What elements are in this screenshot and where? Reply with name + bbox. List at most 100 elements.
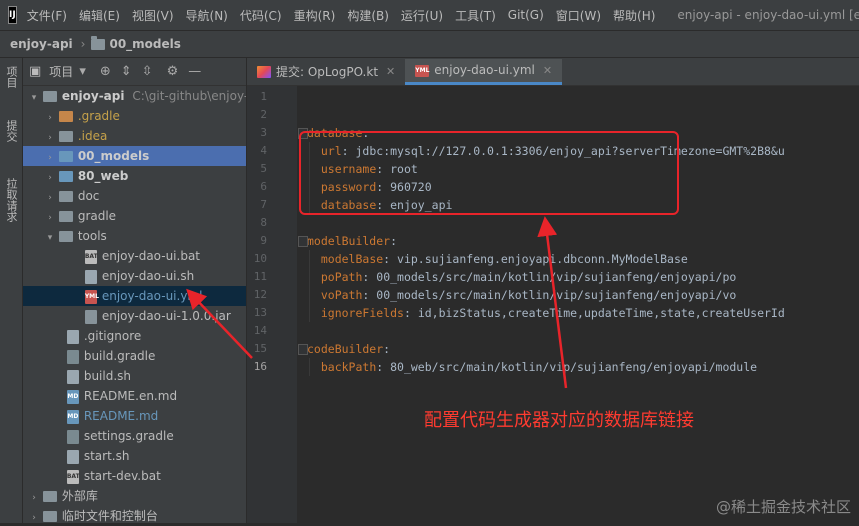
- breadcrumb-project[interactable]: enjoy-api: [10, 37, 73, 51]
- markdown-file-icon: MD: [66, 409, 79, 424]
- close-icon[interactable]: ✕: [386, 59, 395, 85]
- menu-bar: IJ 文件(F) 编辑(E) 视图(V) 导航(N) 代码(C) 重构(R) 构…: [0, 0, 859, 31]
- annotation-label: 配置代码生成器对应的数据库链接: [424, 410, 694, 431]
- menu-refactor[interactable]: 重构(R): [294, 7, 336, 24]
- collapse-arrow-icon[interactable]: ›: [45, 148, 55, 166]
- tree-item-idea-dir[interactable]: › .idea: [23, 126, 246, 146]
- gradle-file-icon: [66, 429, 79, 444]
- tree-item-80-web[interactable]: › 80_web: [23, 166, 246, 186]
- tree-item-start-sh[interactable]: start.sh: [23, 446, 246, 466]
- tree-item-label: enjoy-dao-ui-1.0.0.jar: [101, 309, 231, 323]
- chevron-down-icon[interactable]: ▾: [79, 64, 86, 79]
- tree-item-label: README.md: [83, 409, 159, 423]
- tree-item-build-sh[interactable]: build.sh: [23, 366, 246, 386]
- collapse-arrow-icon[interactable]: ›: [45, 168, 55, 186]
- tab-oplogpo-kt[interactable]: 提交: OpLogPO.kt ✕: [247, 59, 405, 85]
- breadcrumb-separator: ›: [80, 37, 86, 51]
- yaml-separator: :: [390, 234, 398, 248]
- menu-build[interactable]: 构建(B): [347, 7, 389, 24]
- tree-item-start-dev-bat[interactable]: BAT start-dev.bat: [23, 466, 246, 486]
- tree-item-scratches[interactable]: › 临时文件和控制台: [23, 506, 246, 526]
- tree-item-00-models[interactable]: › 00_models: [23, 146, 246, 166]
- breadcrumb: enjoy-api › 00_models: [0, 31, 859, 58]
- yaml-value: 00_models/src/main/kotlin/vip/sujianfeng…: [376, 288, 737, 302]
- breadcrumb-folder[interactable]: 00_models: [91, 36, 181, 51]
- folder-icon: [58, 111, 73, 122]
- menu-git[interactable]: Git(G): [508, 8, 544, 22]
- folder-icon: [58, 231, 73, 242]
- code-line: codeBuilder:: [307, 340, 390, 358]
- editor-tab-bar: 提交: OpLogPO.kt ✕ YML enjoy-dao-ui.yml ✕: [247, 58, 859, 86]
- locate-file-icon[interactable]: ⊕: [100, 64, 111, 79]
- yaml-key: ignoreFields: [320, 306, 404, 320]
- yaml-key: poPath: [320, 270, 363, 284]
- gear-icon[interactable]: ⚙: [167, 64, 179, 79]
- tree-item-label: enjoy-dao-ui.bat: [101, 249, 201, 263]
- collapse-arrow-icon[interactable]: ›: [45, 188, 55, 206]
- menu-code[interactable]: 代码(C): [240, 7, 282, 24]
- tree-item-build-gradle[interactable]: build.gradle: [23, 346, 246, 366]
- tree-root[interactable]: ▾ enjoy-api C:\git-github\enjoy-a: [23, 86, 246, 106]
- tree-item-label: enjoy-dao-ui.sh: [101, 269, 195, 283]
- stripe-tab-commit[interactable]: 提交: [3, 120, 19, 142]
- tree-item-settings-gradle[interactable]: settings.gradle: [23, 426, 246, 446]
- hide-panel-icon[interactable]: —: [188, 64, 201, 79]
- fold-marker-icon[interactable]: [298, 344, 308, 355]
- bat-file-icon: BAT: [66, 469, 80, 484]
- project-panel-title[interactable]: 项目: [49, 63, 73, 80]
- tree-item-enjoy-dao-ui-yml[interactable]: YML enjoy-dao-ui.yml: [23, 286, 246, 306]
- menu-navigate[interactable]: 导航(N): [186, 7, 228, 24]
- menu-tools[interactable]: 工具(T): [455, 7, 496, 24]
- tree-item-gitignore[interactable]: .gitignore: [23, 326, 246, 346]
- menu-edit[interactable]: 编辑(E): [79, 7, 120, 24]
- expand-all-icon[interactable]: ⇕: [121, 64, 132, 79]
- tree-item-readme-md[interactable]: MD README.md: [23, 406, 246, 426]
- menu-view[interactable]: 视图(V): [132, 7, 174, 24]
- line-number: 14: [253, 324, 267, 337]
- code-line: ignoreFields: id,bizStatus,createTime,up…: [307, 304, 785, 322]
- folder-icon: [58, 191, 73, 202]
- collapse-arrow-icon[interactable]: ›: [45, 108, 55, 126]
- kotlin-file-icon: [257, 66, 271, 78]
- line-number: 12: [253, 288, 267, 301]
- tree-item-enjoy-dao-ui-jar[interactable]: enjoy-dao-ui-1.0.0.jar: [23, 306, 246, 326]
- window-title: enjoy-api - enjoy-dao-ui.yml [en: [677, 8, 859, 22]
- yaml-key: modelBuilder: [307, 234, 391, 248]
- tree-item-doc[interactable]: › doc: [23, 186, 246, 206]
- tree-item-enjoy-dao-ui-sh[interactable]: enjoy-dao-ui.sh: [23, 266, 246, 286]
- yaml-file-icon: YML: [84, 289, 99, 304]
- tree-item-gradle-dir[interactable]: › .gradle: [23, 106, 246, 126]
- collapse-arrow-icon[interactable]: ›: [29, 508, 39, 526]
- tree-item-label: tools: [77, 229, 107, 243]
- tree-item-readme-en-md[interactable]: MD README.en.md: [23, 386, 246, 406]
- menu-run[interactable]: 运行(U): [401, 7, 443, 24]
- line-number: 9: [260, 234, 267, 247]
- tab-enjoy-dao-ui-yml[interactable]: YML enjoy-dao-ui.yml ✕: [405, 59, 563, 85]
- tree-item-label: 外部库: [61, 489, 98, 503]
- tree-item-label: build.sh: [83, 369, 132, 383]
- close-icon[interactable]: ✕: [543, 59, 552, 82]
- yaml-file-icon: YML: [415, 64, 429, 77]
- expand-arrow-icon[interactable]: ▾: [45, 228, 55, 246]
- project-tool-window: ▣ 项目 ▾ ⊕ ⇕ ⇳ ⚙ — ▾ enjoy-api C:\git-gith…: [23, 58, 246, 523]
- tree-item-gradle[interactable]: › gradle: [23, 206, 246, 226]
- indent-guide: [309, 250, 310, 322]
- expand-arrow-icon[interactable]: ▾: [29, 88, 39, 106]
- fold-marker-icon[interactable]: [298, 236, 308, 247]
- stripe-tab-project[interactable]: 项目: [3, 66, 19, 88]
- menu-file[interactable]: 文件(F): [27, 7, 67, 24]
- tree-item-tools[interactable]: ▾ tools: [23, 226, 246, 246]
- collapse-arrow-icon[interactable]: ›: [45, 128, 55, 146]
- collapse-arrow-icon[interactable]: ›: [45, 208, 55, 226]
- tree-item-external-libraries[interactable]: › 外部库: [23, 486, 246, 506]
- code-line: backPath: 80_web/src/main/kotlin/vip/suj…: [307, 358, 757, 376]
- line-number: 3: [260, 126, 267, 139]
- tree-item-label: 临时文件和控制台: [61, 509, 158, 523]
- tree-item-enjoy-dao-ui-bat[interactable]: BAT enjoy-dao-ui.bat: [23, 246, 246, 266]
- collapse-all-icon[interactable]: ⇳: [142, 64, 153, 79]
- annotation-highlight-box: [299, 131, 679, 215]
- menu-help[interactable]: 帮助(H): [613, 7, 655, 24]
- menu-window[interactable]: 窗口(W): [556, 7, 601, 24]
- collapse-arrow-icon[interactable]: ›: [29, 488, 39, 506]
- stripe-tab-pull-requests[interactable]: 拉取请求: [3, 178, 19, 222]
